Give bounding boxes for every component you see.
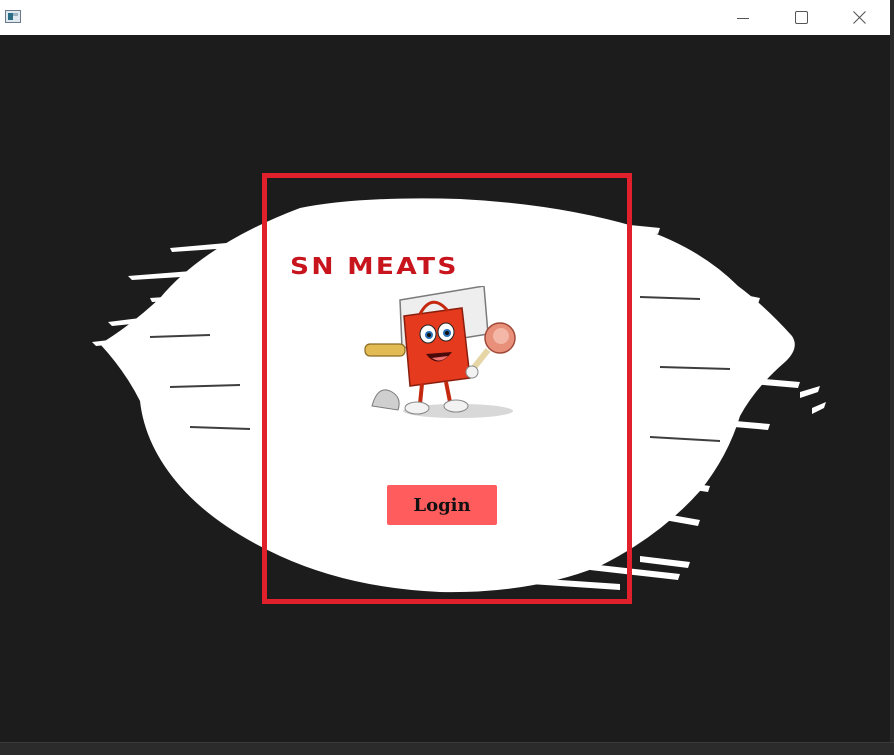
login-window: SN MEATS Login bbox=[0, 36, 890, 742]
window-bottom-edge bbox=[0, 742, 894, 755]
minimize-button[interactable] bbox=[714, 0, 772, 35]
window-right-edge bbox=[890, 0, 894, 754]
maximize-button[interactable] bbox=[772, 0, 830, 35]
close-button[interactable] bbox=[830, 0, 888, 35]
minimize-icon bbox=[737, 17, 749, 19]
brand-title: SN MEATS bbox=[290, 254, 459, 280]
title-bar[interactable] bbox=[0, 0, 891, 35]
maximize-icon bbox=[794, 11, 808, 24]
shopping-bag-mascot-icon bbox=[364, 286, 516, 418]
close-icon bbox=[852, 11, 866, 24]
login-button[interactable]: Login bbox=[387, 485, 497, 525]
app-window-icon[interactable] bbox=[5, 10, 21, 23]
